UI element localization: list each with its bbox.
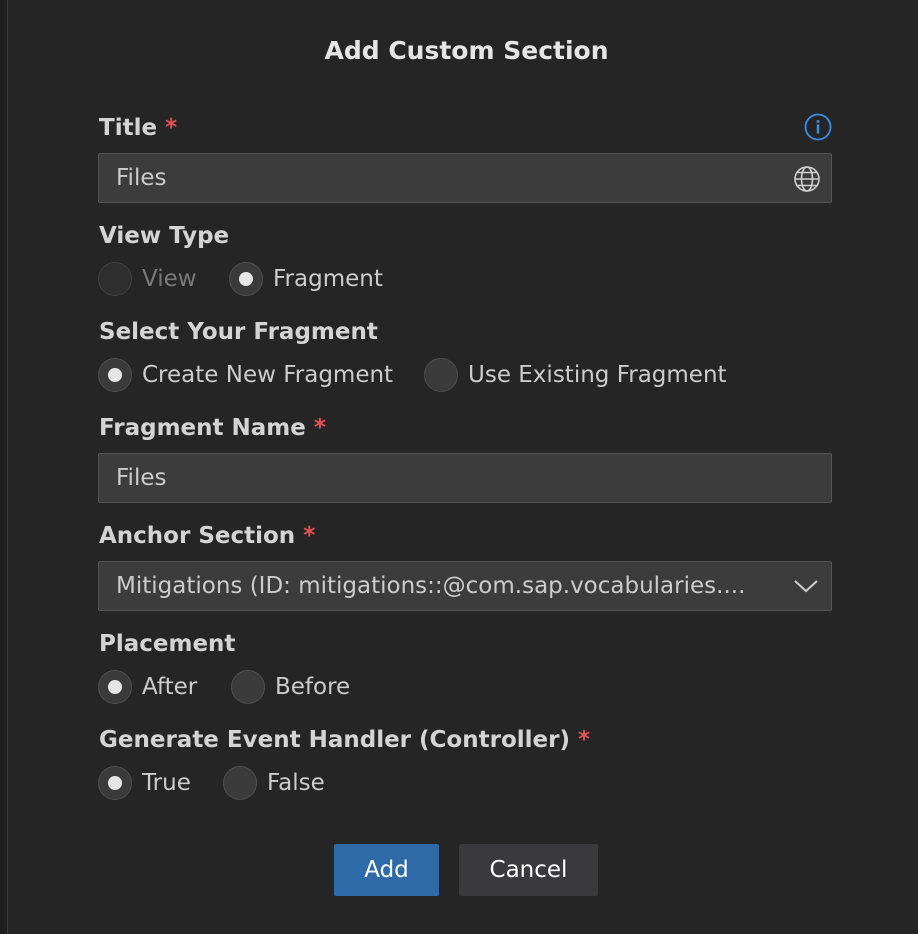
cancel-button[interactable]: Cancel (459, 844, 598, 896)
radio-use-existing-circle[interactable] (424, 358, 458, 392)
fragment-name-label-text: Fragment Name (99, 415, 306, 441)
anchor-section-select[interactable]: Mitigations (ID: mitigations::@com.sap.v… (98, 561, 832, 611)
required-marker: * (313, 415, 326, 441)
radio-create-new-label: Create New Fragment (142, 362, 394, 388)
anchor-section-label-text: Anchor Section (99, 523, 296, 549)
info-icon[interactable] (804, 113, 832, 141)
left-divider (0, 0, 8, 934)
required-marker: * (165, 115, 178, 141)
radio-before-circle[interactable] (231, 670, 265, 704)
fragment-name-input[interactable]: Files (98, 453, 832, 503)
radio-fragment-circle[interactable] (229, 262, 263, 296)
chevron-down-icon[interactable] (793, 576, 819, 596)
radio-true[interactable]: True (98, 765, 191, 801)
radio-false-circle[interactable] (223, 766, 257, 800)
fragment-name-label: Fragment Name * (99, 415, 326, 441)
anchor-section-select-value: Mitigations (ID: mitigations::@com.sap.v… (116, 573, 746, 599)
radio-true-label: True (142, 770, 191, 796)
dialog-title: Add Custom Section (324, 36, 609, 65)
radio-after[interactable]: After (98, 669, 197, 705)
radio-use-existing-fragment[interactable]: Use Existing Fragment (424, 357, 727, 393)
required-marker: * (577, 727, 590, 753)
radio-before[interactable]: Before (231, 669, 350, 705)
radio-use-existing-label: Use Existing Fragment (468, 362, 727, 388)
radio-true-circle[interactable] (98, 766, 132, 800)
placement-label: Placement (99, 631, 236, 657)
radio-false-label: False (267, 770, 325, 796)
radio-view-label: View (142, 266, 197, 292)
title-label-text: Title (99, 115, 158, 141)
select-fragment-label: Select Your Fragment (99, 319, 378, 345)
view-type-label: View Type (99, 223, 230, 249)
radio-false[interactable]: False (223, 765, 325, 801)
fragment-name-input-value: Files (116, 465, 167, 491)
radio-create-new-fragment[interactable]: Create New Fragment (98, 357, 393, 393)
radio-fragment-label: Fragment (273, 266, 383, 292)
add-button[interactable]: Add (334, 844, 439, 896)
radio-after-label: After (142, 674, 198, 700)
radio-after-circle[interactable] (98, 670, 132, 704)
title-input[interactable]: Files (98, 153, 832, 203)
radio-fragment[interactable]: Fragment (229, 261, 383, 297)
radio-create-new-circle[interactable] (98, 358, 132, 392)
radio-view[interactable]: View (98, 261, 197, 297)
anchor-section-label: Anchor Section * (99, 523, 315, 549)
required-marker: * (303, 523, 316, 549)
radio-view-circle[interactable] (98, 262, 132, 296)
globe-icon[interactable] (793, 165, 821, 193)
title-input-value: Files (116, 165, 167, 191)
radio-before-label: Before (275, 674, 351, 700)
event-handler-label: Generate Event Handler (Controller) * (99, 727, 590, 753)
event-handler-label-text: Generate Event Handler (Controller) (99, 727, 570, 753)
title-label: Title * (99, 115, 177, 141)
